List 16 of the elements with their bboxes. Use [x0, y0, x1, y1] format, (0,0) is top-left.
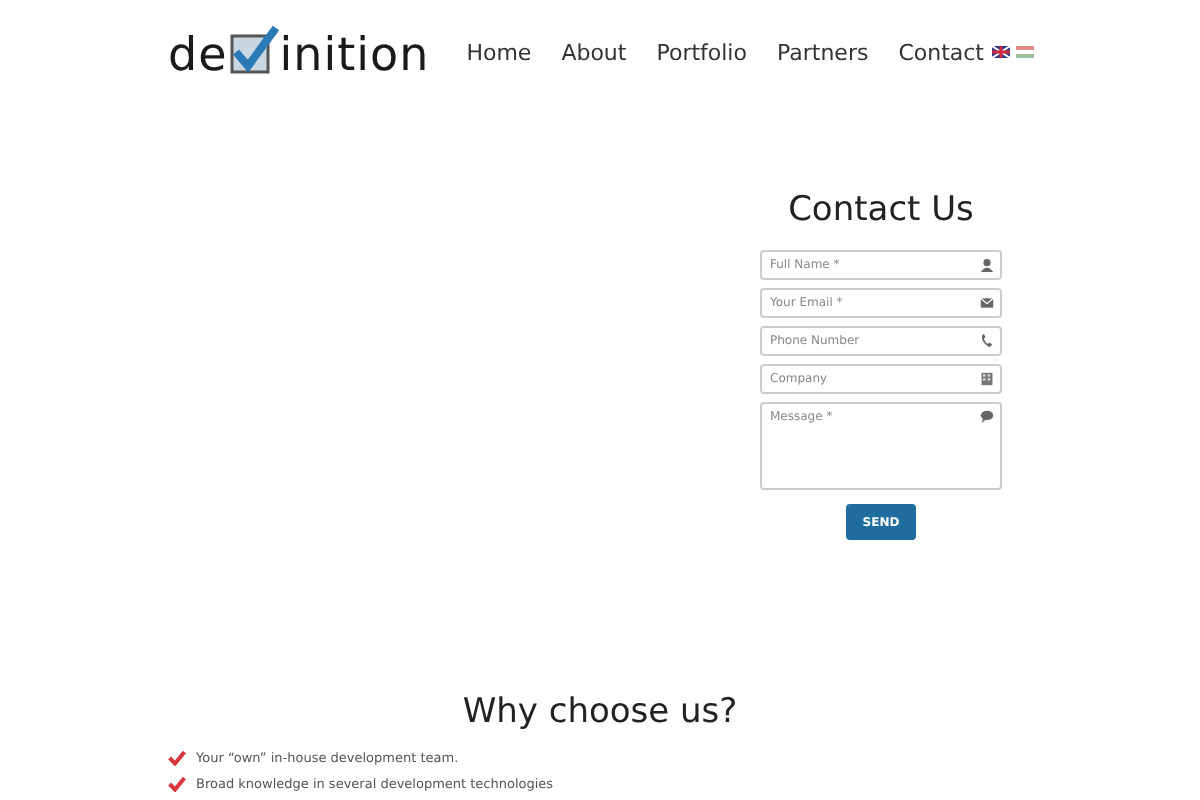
nav-link[interactable]: Portfolio [656, 39, 747, 65]
nav-link[interactable]: About [561, 39, 627, 65]
person-icon [980, 258, 994, 272]
phone-icon [980, 334, 994, 348]
flag-icon[interactable] [992, 46, 1010, 58]
nav-link[interactable]: Contact [898, 39, 984, 65]
form-title: Contact Us [786, 190, 976, 230]
nav-link[interactable]: Home [466, 39, 532, 65]
section-title: Why choose us? [460, 692, 740, 732]
nav-link[interactable]: Partners [776, 39, 869, 65]
logo-text[interactable]: de [168, 32, 228, 80]
building-icon [980, 372, 994, 386]
logo-check-icon [227, 24, 280, 76]
envelope-icon [980, 296, 994, 310]
speech-bubble-icon [980, 410, 994, 424]
logo-text[interactable]: inition [279, 32, 430, 80]
